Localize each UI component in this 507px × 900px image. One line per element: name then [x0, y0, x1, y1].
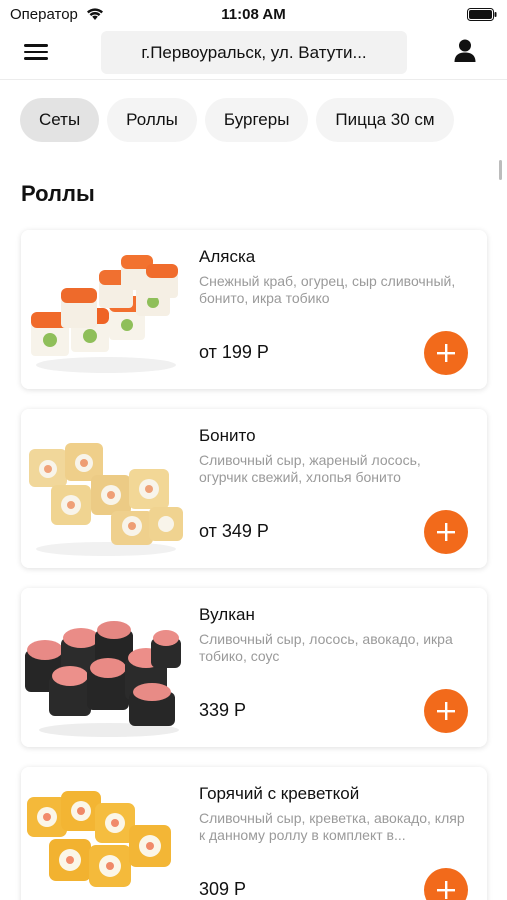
- product-description: Сливочный сыр, лосось, авокадо, икра тоб…: [199, 631, 453, 664]
- hamburger-line: [24, 57, 48, 60]
- add-to-cart-button[interactable]: [424, 868, 468, 900]
- section-title: Роллы: [21, 181, 95, 206]
- product-card[interactable]: Вулкан Сливочный сыр, лосось, авокадо, и…: [21, 588, 487, 747]
- battery-icon: [467, 8, 497, 21]
- profile-icon[interactable]: [453, 38, 477, 64]
- app-header: г.Первоуральск, ул. Ватути...: [0, 28, 507, 80]
- product-description: Сливочный сыр, креветка, авокадо, кляр к…: [199, 810, 465, 843]
- add-to-cart-button[interactable]: [424, 689, 468, 733]
- plus-icon: [437, 523, 455, 541]
- hamburger-line: [24, 50, 48, 53]
- product-name: Горячий с креветкой: [199, 784, 360, 803]
- tab-burgers[interactable]: Бургеры: [204, 98, 309, 142]
- product-image: [21, 409, 186, 568]
- product-name: Аляска: [199, 247, 256, 266]
- product-price: от 199 Р: [199, 342, 269, 362]
- product-card[interactable]: Бонито Сливочный сыр, жареный лосось, ог…: [21, 409, 487, 568]
- product-price: от 349 Р: [199, 521, 269, 541]
- product-price: 339 Р: [199, 700, 247, 720]
- scrollbar[interactable]: [499, 160, 502, 180]
- product-image: [21, 767, 186, 900]
- menu-button[interactable]: [24, 40, 52, 64]
- hamburger-line: [24, 44, 48, 47]
- tab-pizza[interactable]: Пицца 30 см: [316, 98, 454, 142]
- product-description: Снежный краб, огурец, сыр сливочный, бон…: [199, 273, 456, 306]
- product-price: 309 Р: [199, 879, 247, 899]
- plus-icon: [437, 344, 455, 362]
- product-name: Бонито: [199, 426, 256, 445]
- tab-sets[interactable]: Сеты: [20, 98, 100, 142]
- category-tabs: Сеты Роллы Бургеры Пицца 30 см: [20, 98, 507, 144]
- add-to-cart-button[interactable]: [424, 510, 468, 554]
- product-card[interactable]: Горячий с креветкой Сливочный сыр, креве…: [21, 767, 487, 900]
- product-description: Сливочный сыр, жареный лосось, огурчик с…: [199, 452, 421, 485]
- add-to-cart-button[interactable]: [424, 331, 468, 375]
- status-time: 11:08 AM: [221, 6, 286, 23]
- status-bar: Оператор 11:08 AM: [0, 0, 507, 30]
- product-name: Вулкан: [199, 605, 255, 624]
- product-image: [21, 230, 186, 389]
- plus-icon: [437, 881, 455, 899]
- plus-icon: [437, 702, 455, 720]
- product-card[interactable]: Аляска Снежный краб, огурец, сыр сливочн…: [21, 230, 487, 389]
- address-selector[interactable]: г.Первоуральск, ул. Ватути...: [101, 31, 407, 74]
- tab-rolls[interactable]: Роллы: [107, 98, 197, 142]
- product-image: [21, 588, 186, 747]
